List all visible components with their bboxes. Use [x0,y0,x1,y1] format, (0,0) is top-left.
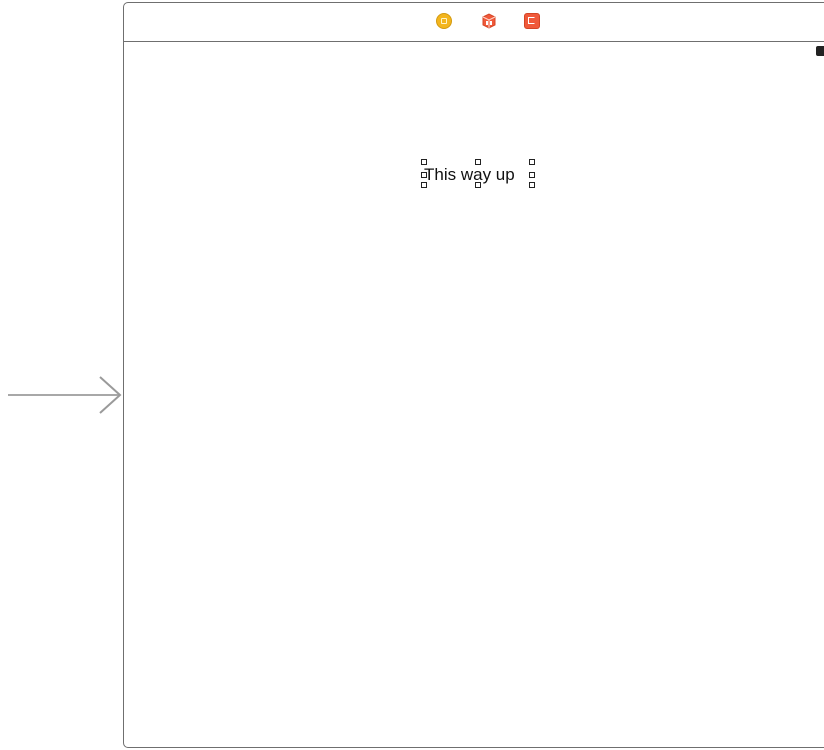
resize-handle-middle-right[interactable] [529,172,535,178]
battery-icon [816,46,824,56]
resize-handle-bottom-left[interactable] [421,182,427,188]
label-text: This way up [424,165,515,184]
selected-label[interactable]: This way up [421,159,535,188]
resize-handle-top-right[interactable] [529,159,535,165]
exit-icon[interactable] [524,13,540,29]
first-responder-icon[interactable] [481,13,497,29]
resize-handle-bottom-right[interactable] [529,182,535,188]
scene-dock [124,3,824,42]
storyboard-canvas: This way up [0,0,824,750]
view-controller-icon[interactable] [436,13,452,29]
resize-handle-bottom-center[interactable] [475,182,481,188]
resize-handle-middle-left[interactable] [421,172,427,178]
resize-handle-top-center[interactable] [475,159,481,165]
entry-point-arrow-icon[interactable] [8,374,124,418]
resize-handle-top-left[interactable] [421,159,427,165]
view-controller-scene[interactable]: This way up [123,2,824,748]
